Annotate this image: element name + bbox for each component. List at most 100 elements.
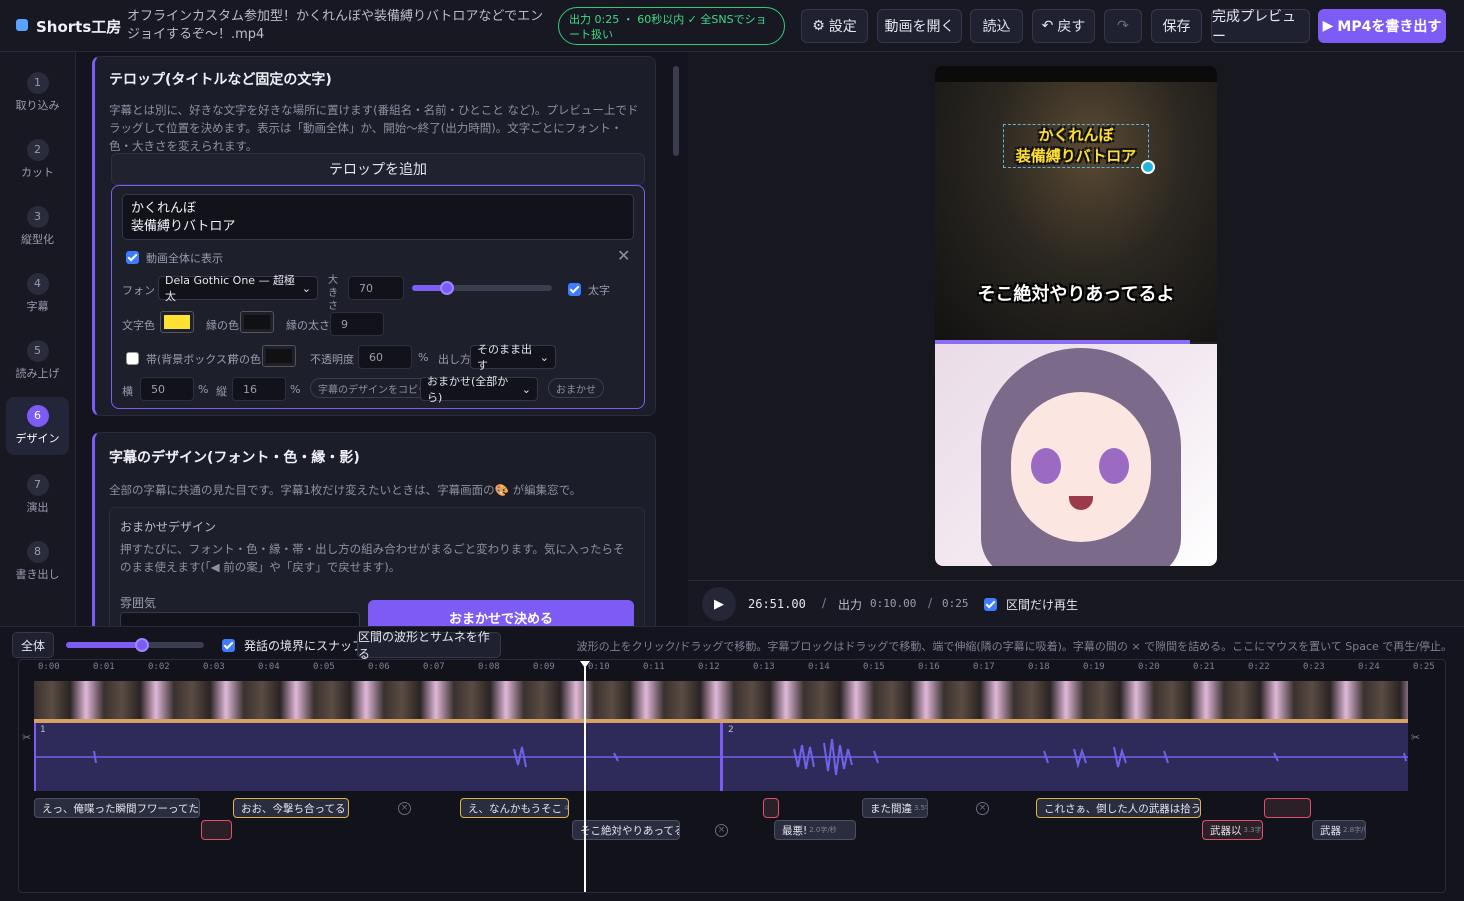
subtitle-block[interactable]: え、なんかもうそこ4.7字/秒	[460, 798, 569, 818]
auto-design-title: おまかせデザイン	[120, 520, 217, 534]
subtitle-block[interactable]	[1264, 798, 1311, 818]
subtitle-block[interactable]: また間違3.5字/秒	[862, 798, 928, 818]
zoom-fit-button[interactable]: 全体	[12, 632, 54, 658]
telop-title: テロップ(タイトルなど固定の文字)	[109, 72, 332, 88]
y-input[interactable]: 16	[232, 377, 286, 401]
copy-design-button[interactable]: 字幕のデザインをコピー	[310, 378, 436, 398]
time-tick: 0:13	[753, 662, 775, 672]
slider-handle[interactable]	[440, 281, 454, 295]
final-preview-button[interactable]: 完成プレビュー	[1211, 9, 1310, 45]
subtitle-block[interactable]: 武器2.8字/秒	[1312, 820, 1366, 840]
slider-handle[interactable]	[134, 638, 149, 652]
subtitle-design-description: 全部の字幕に共通の見た目です。字幕1枚だけ変えたいときは、字幕画面の🎨 が編集窓…	[109, 483, 582, 497]
show-whole-label: 動画全体に表示	[146, 252, 223, 265]
caption-overlay: そこ絶対やりあってるよ	[977, 284, 1175, 305]
bold-label: 太字	[588, 284, 610, 297]
export-mp4-button[interactable]: ▶ MP4を書き出す	[1318, 9, 1446, 43]
omakase-button[interactable]: おまかせ	[548, 378, 604, 398]
mood-select[interactable]	[120, 612, 360, 626]
band-label: 帯(背景ボックス)	[146, 353, 232, 366]
snap-checkbox[interactable]	[222, 638, 235, 652]
band-checkbox[interactable]	[126, 351, 139, 365]
opacity-input[interactable]: 60	[358, 345, 412, 369]
text-color-picker[interactable]	[160, 311, 194, 333]
panel-scrollbar[interactable]	[673, 66, 679, 156]
edge-width-input[interactable]: 9	[330, 312, 384, 336]
subtitle-design-card: 字幕のデザイン(フォント・色・縁・影) 全部の字幕に共通の見た目です。字幕1枚だ…	[92, 432, 656, 626]
bold-checkbox[interactable]	[568, 282, 581, 296]
time-tick: 0:24	[1358, 662, 1380, 672]
subtitle-text: また間違	[870, 802, 912, 815]
step-cut[interactable]: 2 カット	[6, 131, 69, 189]
segment-label: 1	[40, 725, 46, 735]
time-tick: 0:18	[1028, 662, 1050, 672]
drag-handle[interactable]	[1141, 160, 1155, 174]
step-export[interactable]: 8 書き出し	[6, 533, 69, 591]
telop-text-input[interactable]: かくれんぼ 装備縛りバトロア	[122, 194, 634, 240]
edge-color-picker[interactable]	[240, 311, 274, 333]
scissors-icon[interactable]: ✂	[22, 731, 31, 744]
subtitle-block[interactable]: おお、今撃ち合ってる4.8字/秒	[233, 798, 349, 818]
undo-button[interactable]: ↶ 戻す	[1032, 9, 1095, 43]
time-tick: 0:19	[1083, 662, 1105, 672]
time-separator: /	[822, 596, 827, 610]
undo-icon: ↶	[1041, 18, 1054, 34]
subtitle-block[interactable]: これさぁ、倒した人の武器は拾う6.6字/秒	[1036, 798, 1201, 818]
subtitle-block[interactable]: そこ絶対やりあってる6.2字/秒	[572, 820, 680, 840]
step-vertical[interactable]: 3 縦型化	[6, 198, 69, 256]
appear-select[interactable]: そのまま出す ⌄	[470, 343, 556, 372]
font-select[interactable]: Dela Gothic One — 超極太 ⌄	[158, 274, 318, 303]
segment-marker[interactable]	[34, 723, 36, 791]
close-gap-icon[interactable]: ×	[976, 802, 989, 815]
subtitle-block[interactable]: えっ、俺喋った瞬間フワーってた7字/秒	[34, 798, 200, 818]
step-subtitles[interactable]: 4 字幕	[6, 265, 69, 323]
subtitle-text: 最悪!	[782, 824, 808, 837]
step-design[interactable]: 6 デザイン	[6, 397, 69, 455]
playhead-handle[interactable]	[580, 661, 590, 668]
band-color-picker[interactable]	[262, 345, 296, 367]
size-input[interactable]: 70	[348, 276, 404, 300]
play-button[interactable]: ▶	[702, 587, 736, 621]
time-tick: 0:00	[38, 662, 60, 672]
open-video-button[interactable]: 動画を開く	[877, 9, 962, 43]
save-button[interactable]: 保存	[1151, 9, 1202, 43]
video-preview[interactable]: かくれんぼ 装備縛りバトロア そこ絶対やりあってるよ	[935, 66, 1217, 566]
size-slider[interactable]	[412, 281, 552, 295]
x-input[interactable]: 50	[140, 377, 194, 401]
logo-icon	[16, 19, 28, 31]
step-narration[interactable]: 5 読み上げ	[6, 332, 69, 390]
add-telop-button[interactable]: テロップを追加	[111, 153, 645, 185]
zoom-slider[interactable]	[66, 638, 204, 652]
playhead[interactable]	[584, 667, 586, 892]
percent-label: %	[198, 383, 209, 396]
subtitle-block[interactable]: 最悪! 2.0字/秒	[774, 820, 856, 840]
settings-button[interactable]: ⚙ 設定	[801, 9, 868, 43]
subtitle-rate: 4.7字/秒	[564, 804, 569, 812]
time-tick: 0:08	[478, 662, 500, 672]
show-whole-checkbox[interactable]	[126, 250, 139, 264]
time-tick: 0:14	[808, 662, 830, 672]
build-waveform-button[interactable]: 区間の波形とサムネを作る	[357, 630, 501, 661]
range-play-checkbox[interactable]	[984, 597, 997, 611]
current-time: 26:51.00	[748, 597, 806, 611]
scissors-icon[interactable]: ✂	[1411, 731, 1420, 744]
omakase-select[interactable]: おまかせ(全部から) ⌄	[420, 375, 538, 404]
decide-auto-button[interactable]: おまかせで決める	[368, 600, 634, 626]
load-button[interactable]: 読込	[970, 9, 1023, 43]
subtitle-text: おお、今撃ち合ってる	[241, 802, 346, 815]
telop-overlay[interactable]: かくれんぼ 装備縛りバトロア	[1003, 124, 1149, 168]
subtitle-rate: 2.8字/秒	[1343, 826, 1365, 834]
segment-marker[interactable]	[720, 723, 723, 791]
player-bar: ▶ 26:51.00 / 出力 0:10.00 / 0:25 区間だけ再生	[688, 580, 1464, 626]
subtitle-block[interactable]: 武器以3.3字/秒	[1202, 820, 1263, 840]
close-gap-icon[interactable]: ×	[715, 824, 728, 837]
subtitle-block[interactable]	[763, 798, 779, 818]
opacity-label: 不透明度	[310, 353, 354, 366]
step-effects[interactable]: 7 演出	[6, 466, 69, 524]
close-gap-icon[interactable]: ×	[398, 802, 411, 815]
step-import[interactable]: 1 取り込み	[6, 64, 69, 122]
subtitle-block[interactable]	[201, 820, 232, 840]
redo-button[interactable]: ↷	[1104, 9, 1142, 43]
close-icon[interactable]: ✕	[617, 246, 630, 265]
timeline: 全体 発話の境界にスナップ 区間の波形とサムネを作る 波形の上をクリック/ドラッ…	[0, 626, 1464, 901]
